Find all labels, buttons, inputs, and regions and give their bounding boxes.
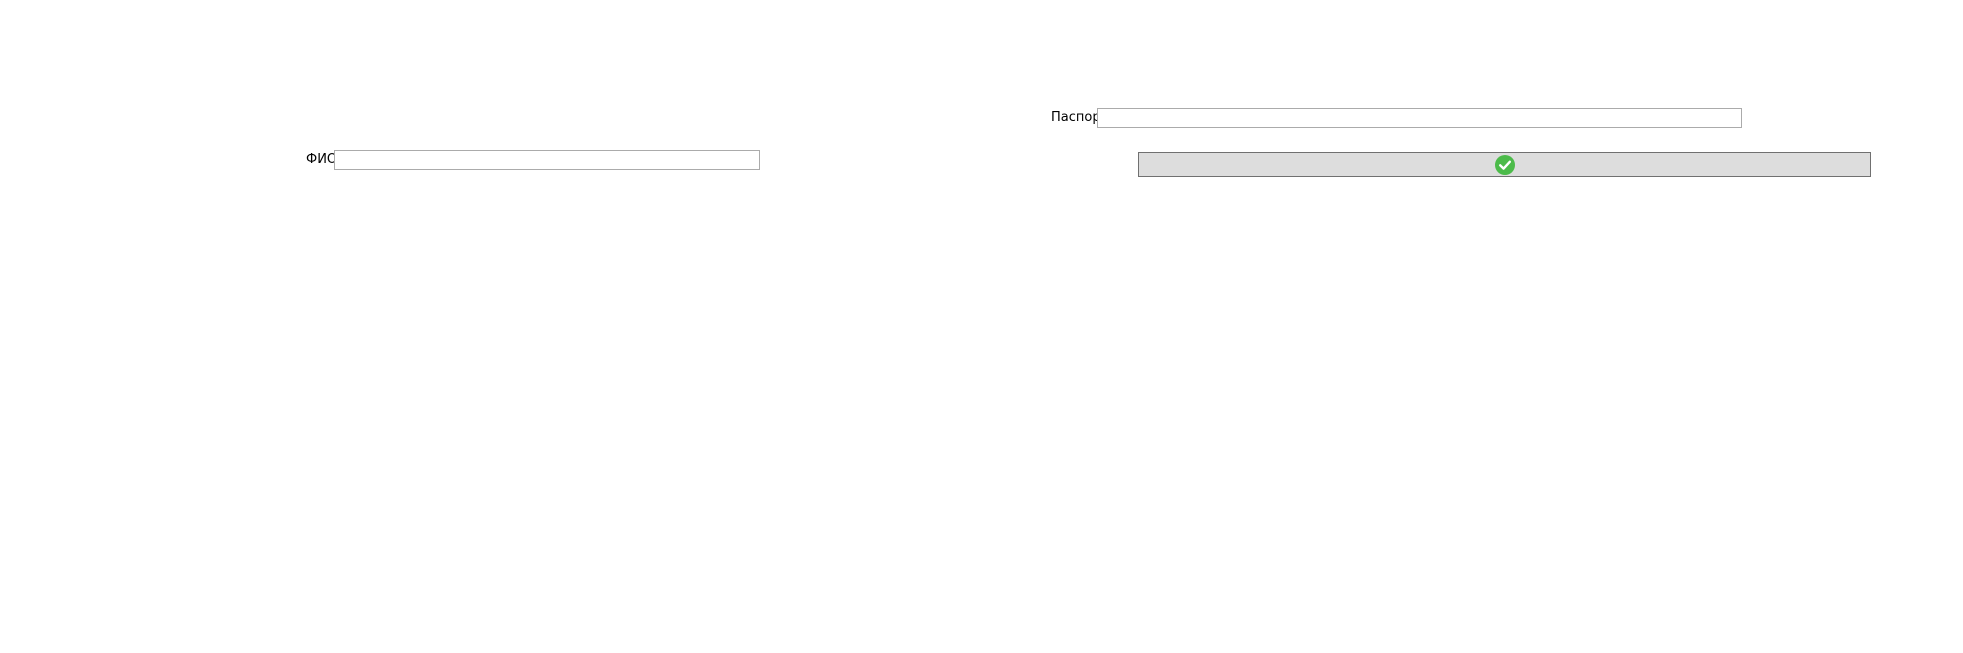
passport-input[interactable] <box>1097 108 1742 128</box>
fio-input[interactable] <box>334 150 760 170</box>
confirm-button[interactable] <box>1138 152 1871 177</box>
fio-label: ФИО <box>306 152 338 167</box>
check-circle-icon <box>1494 154 1515 175</box>
